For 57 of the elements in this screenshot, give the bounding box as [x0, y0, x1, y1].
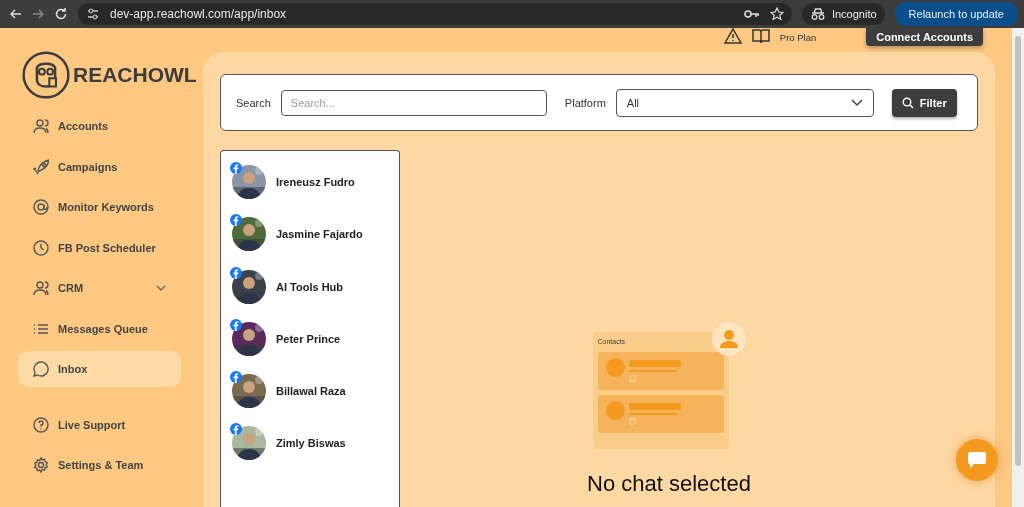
brand-name: REACHOWL — [73, 63, 197, 87]
platform-dropdown[interactable]: All — [615, 88, 874, 117]
sidebar-item[interactable]: CRM — [18, 270, 181, 306]
scrollbar[interactable] — [1012, 28, 1024, 507]
address-bar[interactable]: dev-app.reachowl.com/app/inbox — [78, 3, 792, 25]
site-settings-icon[interactable] — [86, 7, 100, 21]
facebook-icon — [230, 214, 242, 227]
relaunch-button[interactable]: Relaunch to update — [894, 2, 1018, 26]
sidebar-item[interactable]: FB Post Scheduler — [18, 229, 181, 266]
sidebar-item[interactable]: Campaigns — [18, 148, 181, 185]
contact-item[interactable]: AI Tools Hub — [232, 269, 399, 304]
owl-logo-icon — [22, 51, 70, 99]
search-icon — [901, 96, 914, 109]
incognito-badge[interactable]: Incognito — [801, 3, 885, 25]
settings-icon — [33, 457, 49, 473]
connect-accounts-button[interactable]: Connect Accounts — [866, 28, 983, 46]
platform-label: Platform — [564, 96, 606, 109]
warning-icon[interactable] — [723, 28, 742, 44]
sidebar-item[interactable]: Monitor Keywords — [18, 189, 181, 225]
sidebar-item[interactable]: Accounts — [18, 108, 181, 144]
reload-icon[interactable] — [54, 7, 68, 21]
rocket-icon — [33, 158, 49, 175]
sidebar-item[interactable]: Settings & Team — [18, 447, 181, 483]
facebook-icon — [230, 162, 242, 174]
help-icon — [33, 416, 49, 433]
chevron-down-icon — [850, 98, 863, 107]
sidebar-item[interactable]: Messages Queue — [18, 310, 181, 347]
search-label: Search — [236, 96, 271, 109]
facebook-icon — [230, 371, 242, 384]
sidebar-item[interactable]: Inbox — [18, 351, 181, 387]
users-icon — [33, 118, 49, 134]
users-icon — [33, 280, 49, 296]
star-icon[interactable] — [769, 7, 784, 21]
at-icon — [33, 199, 49, 215]
forward-icon[interactable] — [32, 9, 44, 19]
contact-item[interactable]: Ireneusz Fudro — [232, 165, 399, 199]
search-field[interactable]: Search... — [280, 89, 547, 116]
contact-item[interactable]: Zimly Biswas — [232, 426, 399, 461]
url-text: dev-app.reachowl.com/app/inbox — [110, 7, 287, 21]
filter-button[interactable]: Filter — [891, 88, 957, 117]
facebook-icon — [230, 423, 242, 436]
chat-bubble-icon — [967, 451, 987, 469]
empty-state-message: No chat selected — [587, 471, 751, 497]
book-icon[interactable] — [751, 28, 770, 44]
plan-label: Pro Plan — [779, 32, 817, 43]
chevron-down-icon — [156, 285, 166, 291]
incognito-icon — [809, 7, 826, 21]
sidebar-item[interactable]: Live Support — [18, 406, 181, 443]
contact-item[interactable]: Jasmine Fajardo — [232, 217, 399, 252]
back-icon[interactable] — [10, 9, 22, 19]
contact-item[interactable]: Peter Prince — [232, 321, 399, 356]
chat-icon — [33, 361, 49, 377]
clock-icon — [33, 239, 49, 256]
contact-item[interactable]: Billawal Raza — [232, 374, 399, 409]
facebook-icon — [230, 318, 242, 331]
facebook-icon — [230, 266, 242, 279]
key-icon[interactable] — [743, 8, 760, 20]
